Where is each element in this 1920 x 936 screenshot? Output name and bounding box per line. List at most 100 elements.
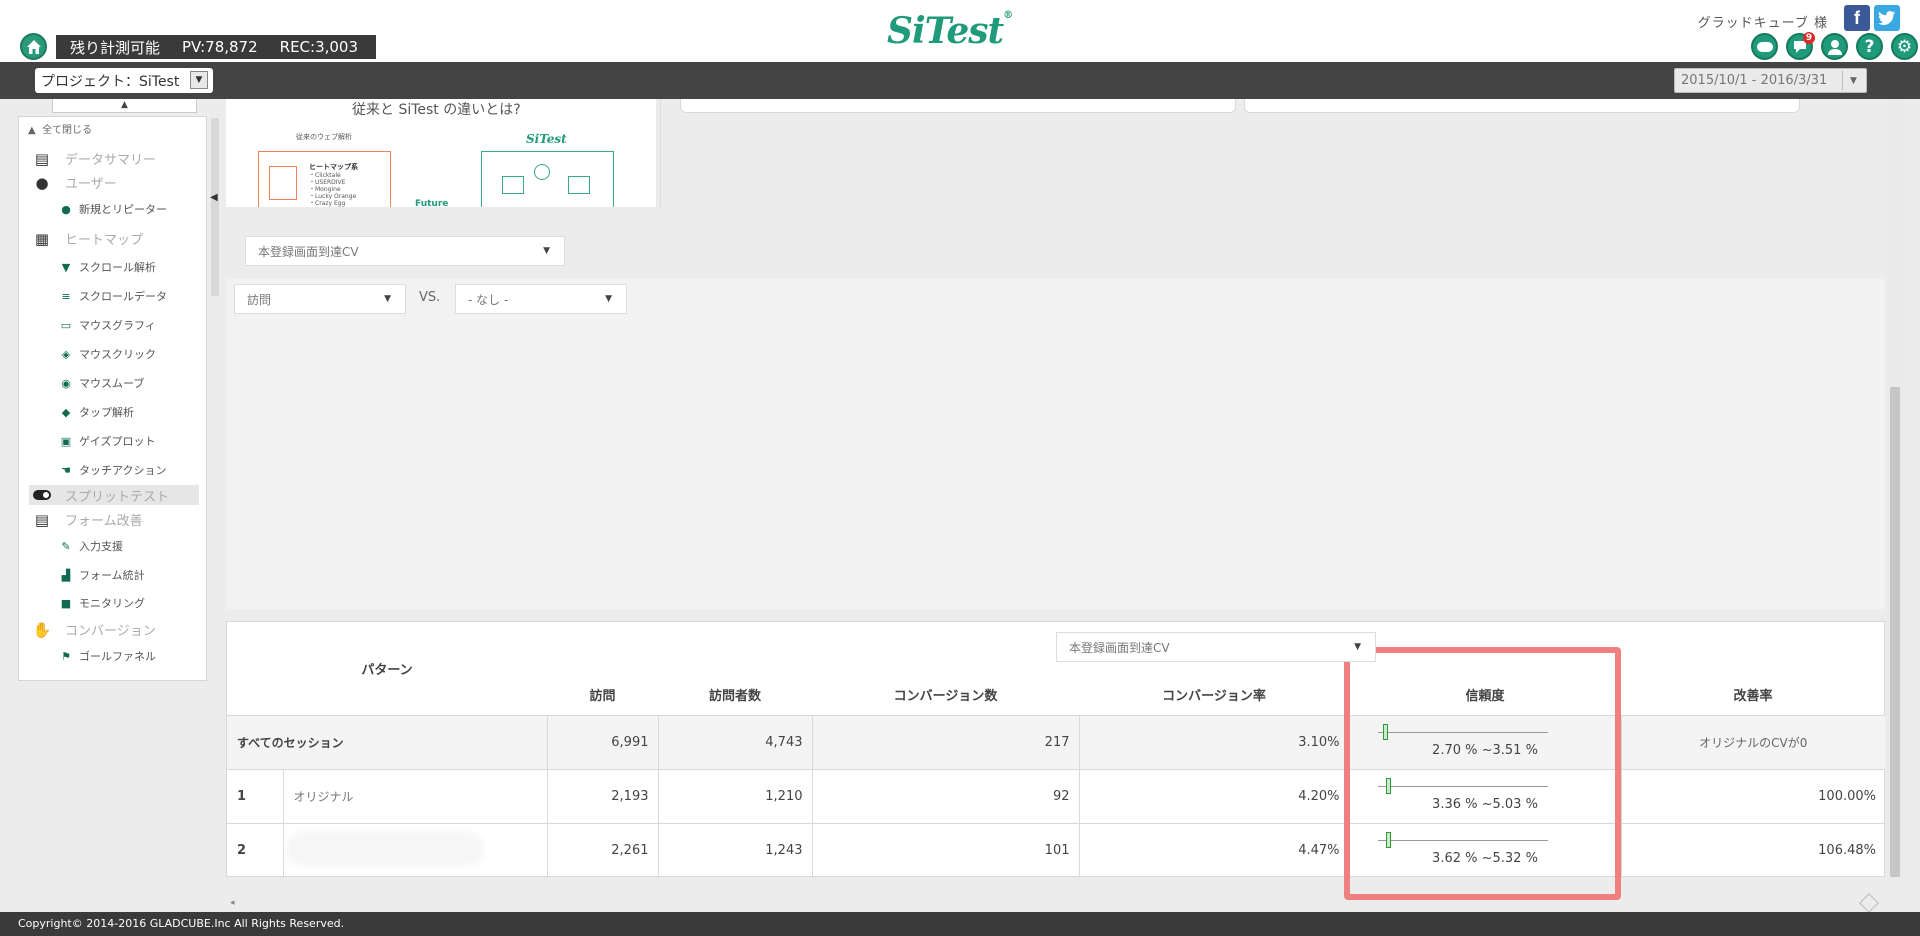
clipboard-icon: ▤: [34, 149, 50, 168]
sidebar: ▲ 全て閉じる ▤ データサマリー ● ユーザー ● 新規とリピーター ▦ ヒートマップ…: [18, 116, 207, 681]
row-name: オリジナル: [282, 768, 547, 823]
vs-label: VS.: [419, 290, 441, 305]
cell-cvr: 4.47%: [1078, 822, 1349, 877]
notification-badge: 9: [1803, 32, 1815, 44]
logo[interactable]: SiTest®: [887, 10, 1013, 52]
sidebar-item-form-stats[interactable]: ▟ フォーム統計: [59, 567, 145, 583]
compare-select[interactable]: - なし - ▼: [455, 284, 627, 314]
table-row[interactable]: 2 2,261 1,243 101 4.47% 3.62 % ~5.32 % 1…: [227, 822, 1885, 877]
help-icon[interactable]: ?: [1856, 33, 1883, 60]
promo-title: 従来と SiTest の違いとは?: [352, 102, 521, 118]
sidebar-item-mouse-move[interactable]: ◉ マウスムーブ: [59, 375, 144, 391]
cell-conversions: 101: [811, 822, 1079, 877]
toggle-icon: [31, 486, 53, 504]
cell-conversions: 92: [811, 768, 1079, 823]
chevron-down-icon[interactable]: ▼: [190, 71, 208, 89]
cell-cvr: 3.10%: [1078, 714, 1349, 769]
collapse-all-link[interactable]: ▲ 全て閉じる: [28, 121, 92, 136]
list-icon: ≡: [61, 289, 71, 303]
gaze-icon: ▣: [60, 434, 72, 448]
highlight-box: [1344, 647, 1621, 900]
monitor-icon: [568, 176, 590, 194]
sidebar-scrollbar[interactable]: [211, 118, 219, 296]
sidebar-item-scroll-analysis[interactable]: ▼ スクロール解析: [59, 259, 156, 275]
metric-select[interactable]: 訪問 ▼: [234, 284, 406, 314]
sidebar-item-data-summary[interactable]: ▤ データサマリー: [31, 149, 156, 169]
settings-gear-icon[interactable]: ⚙: [1891, 33, 1918, 60]
sidebar-item-touch-action[interactable]: ☚ タッチアクション: [59, 462, 166, 478]
row-number: 1: [227, 768, 283, 823]
usage-stats: 残り計測可能 PV:78,872 REC:3,003: [56, 35, 376, 59]
col-visits: 訪問: [589, 688, 616, 704]
user-add-icon: ●: [61, 202, 71, 216]
sidebar-item-mousegraphy[interactable]: ▭ マウスグラフィ: [59, 317, 156, 333]
cv-goal-select[interactable]: 本登録画面到達CV ▼: [245, 236, 565, 266]
promo-banner[interactable]: 従来と SiTest の違いとは? 従来のウェブ解析 ヒートマップ系 ・Clic…: [226, 99, 656, 209]
sidebar-item-split-test[interactable]: スプリットテスト: [29, 485, 199, 505]
tap-icon: ◆: [61, 405, 71, 419]
promo-box-list: ・Clicktale ・USERDIVE ・Mongine ・Lucky Orange…: [309, 172, 357, 207]
footer: Copyright© 2014-2016 GLADCUBE.Inc All Ri…: [0, 912, 1920, 936]
notification-icon[interactable]: 9: [1786, 32, 1815, 60]
copyright: Copyright© 2014-2016 GLADCUBE.Inc All Ri…: [18, 917, 345, 930]
sidebar-item-monitoring[interactable]: ■ モニタリング: [59, 595, 145, 611]
sidebar-item-user[interactable]: ● ユーザー: [31, 173, 116, 193]
sidebar-scroll-up[interactable]: ▲: [52, 99, 197, 113]
promo-future: Future: [415, 199, 449, 209]
promo-heatmap-box: ヒートマップ系 ・Clicktale ・USERDIVE ・Mongine ・Luck…: [258, 151, 391, 207]
heatmap-icon: ▦: [34, 229, 50, 248]
account-icon[interactable]: [1821, 33, 1848, 60]
cell-visits: 2,261: [546, 822, 658, 877]
col-conversions: コンバージョン数: [893, 688, 998, 704]
sidebar-item-goal-funnel[interactable]: ⚑ ゴールファネル: [59, 648, 156, 664]
page-scrollbar[interactable]: [1887, 99, 1903, 881]
sidebar-item-input-support[interactable]: ✎ 入力支援: [59, 538, 123, 554]
rec-count: REC:3,003: [279, 38, 359, 56]
resize-handle-icon[interactable]: [1859, 893, 1879, 913]
cv-goal-label: 本登録画面到達CV: [258, 244, 359, 259]
metric-label: 訪問: [247, 292, 272, 307]
summary-card: [1244, 99, 1800, 113]
monitor-icon: [502, 176, 524, 194]
cell-cvr: 4.20%: [1078, 768, 1349, 823]
cell-visitors: 1,243: [657, 822, 812, 877]
toggle-view-icon[interactable]: [1751, 33, 1778, 60]
date-range-select[interactable]: 2015/10/1 - 2016/3/31 ▼: [1674, 68, 1867, 93]
cell-conversions: 217: [811, 714, 1079, 769]
chevron-down-icon[interactable]: ▼: [1842, 71, 1864, 90]
table-row[interactable]: すべてのセッション 6,991 4,743 217 3.10% 2.70 % ~…: [227, 714, 1885, 769]
promo-sitest-box: [481, 151, 614, 207]
home-icon[interactable]: [20, 33, 47, 60]
row-name-redacted: [282, 822, 547, 877]
project-select[interactable]: プロジェクト：SiTest ▼: [35, 68, 213, 93]
sidebar-item-new-repeat[interactable]: ● 新規とリピーター: [59, 201, 167, 217]
sidebar-item-gaze-plot[interactable]: ▣ ゲイズプロット: [59, 433, 156, 449]
table-row[interactable]: 1 オリジナル 2,193 1,210 92 4.20% 3.36 % ~5.0…: [227, 768, 1885, 823]
promo-sitest-logo: SiTest: [526, 132, 567, 146]
flag-icon: ⚑: [61, 649, 71, 663]
sidebar-item-scroll-data[interactable]: ≡ スクロールデータ: [59, 288, 167, 304]
chevron-down-icon: ▼: [384, 294, 391, 304]
sidebar-item-conversion[interactable]: ✋ コンバージョン: [31, 620, 156, 640]
sidebar-item-heatmap[interactable]: ▦ ヒートマップ: [31, 229, 143, 249]
cell-improvement: オリジナルのCVが0: [1620, 714, 1885, 769]
sidebar-item-tap-analysis[interactable]: ◆ タップ解析: [59, 404, 134, 420]
sidebar-collapse-icon[interactable]: ◀: [210, 192, 218, 203]
monitor-icon: ▭: [60, 318, 72, 332]
compare-label: - なし -: [468, 292, 509, 307]
project-label: プロジェクト：SiTest: [41, 73, 180, 90]
phone-icon: [269, 166, 297, 200]
table-scroll-left[interactable]: ◂: [230, 898, 235, 908]
chevron-down-icon: ▼: [605, 294, 612, 304]
sidebar-item-mouse-click[interactable]: ◈ マウスクリック: [59, 346, 156, 362]
col-visitors: 訪問者数: [708, 688, 761, 704]
table-cv-goal-select[interactable]: 本登録画面到達CV ▼: [1056, 632, 1376, 662]
sidebar-item-form-improve[interactable]: ▤ フォーム改善: [31, 510, 143, 530]
page-scrollbar-thumb[interactable]: [1890, 387, 1900, 877]
date-range-label: 2015/10/1 - 2016/3/31: [1681, 73, 1828, 88]
stats-label: 残り計測可能: [70, 38, 161, 57]
col-pattern: パターン: [361, 662, 413, 678]
facebook-icon[interactable]: f: [1844, 5, 1870, 31]
twitter-icon[interactable]: [1874, 5, 1900, 31]
chevron-down-icon: ▼: [1354, 642, 1361, 652]
